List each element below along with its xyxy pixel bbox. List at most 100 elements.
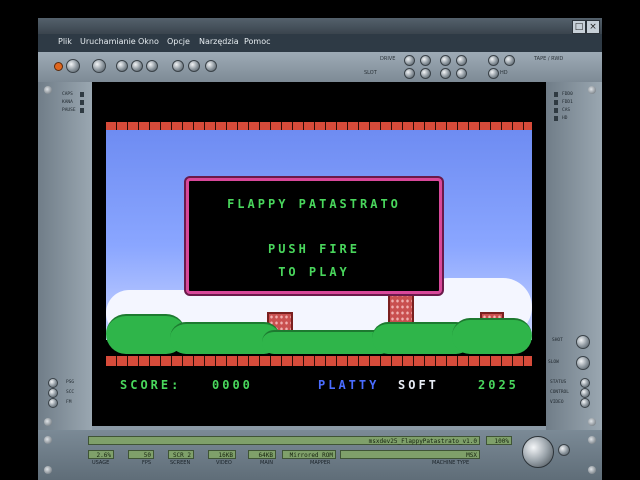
slow-button[interactable] <box>576 356 590 370</box>
menu-options[interactable]: Opcje <box>167 37 190 46</box>
power-led-icon <box>54 62 63 71</box>
slot-2-eject-button[interactable] <box>456 68 467 79</box>
caps-led-label: CAPS <box>62 92 73 97</box>
left-panel <box>38 82 92 430</box>
screenshot-button[interactable] <box>576 335 590 349</box>
usage-label: USAGE <box>92 460 110 466</box>
drive-label: DRIVE <box>380 56 396 62</box>
menu-window[interactable]: Okno <box>138 37 159 46</box>
mapper-label: MAPPER <box>310 460 331 466</box>
title-bar[interactable] <box>38 18 602 34</box>
screw-icon <box>44 418 52 426</box>
year-text: 2025 <box>478 378 519 392</box>
fdd1-led-label: FDD1 <box>562 100 573 105</box>
fdd1-led <box>554 100 558 105</box>
pause-led <box>80 108 84 113</box>
to-play-text: TO PLAY <box>278 265 350 279</box>
usage-display: 2.6% <box>88 450 114 459</box>
power-button[interactable] <box>92 59 106 73</box>
machine-type-display: MSX <box>340 450 480 459</box>
control-label: CONTROL <box>550 390 569 395</box>
drive-a-button[interactable] <box>404 55 415 66</box>
tape-label: TAPE / RWD <box>534 56 564 62</box>
video-toggle[interactable] <box>580 398 590 408</box>
slot-2-button[interactable] <box>440 68 451 79</box>
game-title: FLAPPY PATASTRATO <box>227 197 401 211</box>
slot-label: SLOT <box>364 70 377 76</box>
help-button[interactable] <box>205 60 217 72</box>
right-panel <box>546 82 602 430</box>
screw-icon <box>44 466 52 474</box>
screw-icon <box>588 436 596 444</box>
hd-label: HD <box>500 70 508 76</box>
score-value: 0000 <box>212 378 253 392</box>
menu-file[interactable]: Plik <box>58 37 72 46</box>
score-label: SCORE: <box>120 378 182 392</box>
menu-tools[interactable]: Narzędzia <box>199 37 239 46</box>
pause-button[interactable] <box>131 60 143 72</box>
hd-led-label: HD <box>562 116 568 121</box>
maximize-button[interactable]: □ <box>572 20 586 34</box>
kana-led <box>80 100 84 105</box>
scc-label: SCC <box>66 390 75 395</box>
slot-1-button[interactable] <box>404 68 415 79</box>
video-label: VIDEO <box>550 400 564 405</box>
bush <box>452 318 532 354</box>
play-button[interactable] <box>116 60 128 72</box>
close-button[interactable]: × <box>586 20 600 34</box>
mute-button[interactable] <box>558 444 570 456</box>
machine-type-label: MACHINE TYPE <box>432 460 470 466</box>
drive-b-eject-button[interactable] <box>456 55 467 66</box>
screw-icon <box>44 86 52 94</box>
status-toggle[interactable] <box>580 378 590 388</box>
brand-platty: PLATTY <box>318 378 380 392</box>
push-fire-text: PUSH FIRE <box>267 242 361 256</box>
screw-icon <box>588 418 596 426</box>
cas-led-label: CAS <box>562 108 571 113</box>
scc-volume-knob[interactable] <box>48 388 58 398</box>
drive-b-button[interactable] <box>440 55 451 66</box>
psg-label: PSG <box>66 380 75 385</box>
tape-button[interactable] <box>488 55 499 66</box>
tape-rewind-button[interactable] <box>504 55 515 66</box>
config-button[interactable] <box>188 60 200 72</box>
fm-label: FM <box>66 400 72 405</box>
video-memory-display: 16KB <box>208 450 236 459</box>
main-label: MAIN <box>260 460 273 466</box>
bottom-brick-wall <box>106 356 532 366</box>
reset-button[interactable] <box>66 59 80 73</box>
main-memory-display: 64KB <box>248 450 276 459</box>
stop-button[interactable] <box>146 60 158 72</box>
video-label: VIDEO <box>216 460 232 466</box>
hd-button[interactable] <box>488 68 499 79</box>
fm-volume-knob[interactable] <box>48 398 58 408</box>
pause-led-label: PAUSE <box>62 108 76 113</box>
fps-display: 50 <box>128 450 154 459</box>
status-label: STATUS <box>550 380 567 385</box>
settings-button[interactable] <box>172 60 184 72</box>
screen-label: SCREEN <box>170 460 191 466</box>
volume-knob[interactable] <box>522 436 554 468</box>
control-toggle[interactable] <box>580 388 590 398</box>
volume-display: 100% <box>486 436 512 445</box>
fps-label: FPS <box>142 460 152 466</box>
hd-led <box>554 116 558 121</box>
kana-led-label: KANA <box>62 100 73 105</box>
screen-mode-display: SCR 2 <box>168 450 194 459</box>
psg-volume-knob[interactable] <box>48 378 58 388</box>
menu-help[interactable]: Pomoc <box>244 37 271 46</box>
file-name-display: msxdev25_FlappyPatastrato_v1.0 <box>88 436 480 445</box>
fdd0-led <box>554 92 558 97</box>
brand-soft: SOFT <box>398 378 439 392</box>
cas-led <box>554 108 558 113</box>
mapper-display: Mirrored ROM <box>282 450 336 459</box>
drive-a-eject-button[interactable] <box>420 55 431 66</box>
shot-label: SHOT <box>552 338 563 343</box>
slot-1-eject-button[interactable] <box>420 68 431 79</box>
screw-icon <box>588 466 596 474</box>
top-brick-wall <box>106 122 532 130</box>
screw-icon <box>44 436 52 444</box>
menu-run[interactable]: Uruchamianie <box>80 37 136 46</box>
caps-led <box>80 92 84 97</box>
screw-icon <box>588 86 596 94</box>
